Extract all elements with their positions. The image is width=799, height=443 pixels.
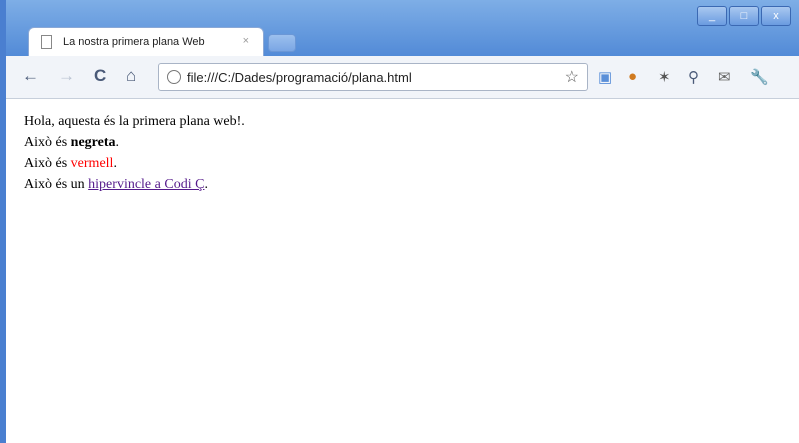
minimize-button[interactable]: _: [697, 6, 727, 26]
bold-text: negreta: [70, 135, 116, 150]
window-controls: _ □ x: [697, 6, 791, 26]
tab-title: La nostra primera plana Web: [63, 36, 205, 48]
address-bar[interactable]: file:///C:/Dades/programació/plana.html …: [158, 63, 588, 91]
page-body: Hola, aquesta és la primera plana web!. …: [24, 111, 245, 195]
forward-icon[interactable]: →: [58, 66, 75, 86]
text-line-2: Això és negreta.: [24, 135, 120, 150]
maximize-button[interactable]: □: [729, 6, 759, 26]
address-text: file:///C:/Dades/programació/plana.html: [187, 70, 412, 85]
hyperlink[interactable]: hipervincle a Codi Ç: [88, 177, 204, 192]
toolbar: ← → C ⌂ file:///C:/Dades/programació/pla…: [6, 56, 799, 99]
red-text: vermell: [70, 156, 114, 171]
text-line-3: Això és vermell.: [24, 156, 117, 171]
extension-fruit-icon[interactable]: ●: [628, 68, 637, 85]
browser-window: _ □ x La nostra primera plana Web × ← → …: [0, 0, 799, 443]
back-icon[interactable]: ←: [22, 66, 39, 86]
new-tab-button[interactable]: [268, 34, 296, 52]
extension-icon[interactable]: ▣: [598, 68, 612, 86]
tab-close-icon[interactable]: ×: [243, 35, 249, 47]
magnifier-icon[interactable]: ⚲: [688, 68, 699, 86]
page-icon: [41, 35, 52, 49]
wrench-icon[interactable]: 🔧: [750, 68, 769, 86]
page-content: Hola, aquesta és la primera plana web!. …: [6, 99, 799, 443]
text-line-1: Hola, aquesta és la primera plana web!.: [24, 114, 245, 129]
reload-icon[interactable]: C: [94, 66, 106, 86]
tab-active[interactable]: La nostra primera plana Web ×: [28, 27, 264, 56]
text-line-4: Això és un hipervincle a Codi Ç.: [24, 177, 208, 192]
extension-bug-icon[interactable]: ✶: [658, 68, 671, 86]
page-info-icon: [167, 70, 181, 84]
bookmark-star-icon[interactable]: ☆: [565, 67, 579, 87]
mail-icon[interactable]: ✉: [718, 68, 731, 86]
home-icon[interactable]: ⌂: [126, 66, 136, 86]
close-window-button[interactable]: x: [761, 6, 791, 26]
title-bar: _ □ x La nostra primera plana Web ×: [6, 0, 799, 56]
